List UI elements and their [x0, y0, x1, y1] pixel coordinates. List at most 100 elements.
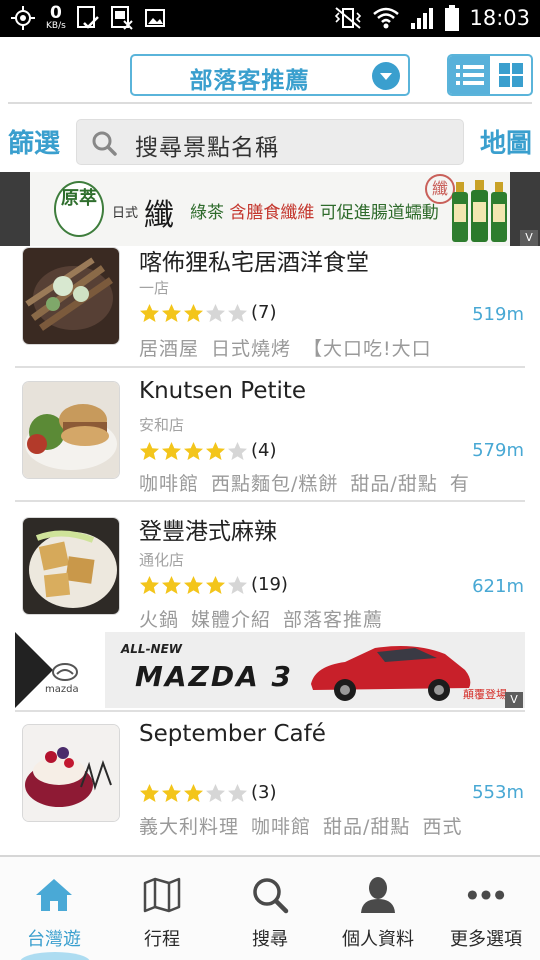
car-ad-banner[interactable]: mazda ALL-NEW MAZDA 3 顛覆登場 V	[15, 632, 525, 708]
tab-profile[interactable]: 個人資料	[324, 857, 432, 960]
tab-more[interactable]: 更多選項	[432, 857, 540, 960]
restaurant-branch: 通化店	[139, 551, 185, 569]
rating-stars: (3)	[139, 782, 277, 803]
tag: 義大利料理	[139, 816, 240, 838]
star-empty-icon	[228, 303, 247, 322]
category-dropdown[interactable]: 部落客推薦	[130, 54, 410, 96]
tag: 咖啡館	[251, 816, 312, 838]
star-empty-icon	[228, 441, 247, 460]
tab-search[interactable]: 搜尋	[216, 857, 324, 960]
car-brand-panel: mazda	[15, 632, 105, 708]
list-item[interactable]: September Café (3) 553m 義大利料理 咖啡館 甜品/甜點 西式	[15, 712, 525, 852]
star-empty-icon	[206, 303, 225, 322]
distance-label: 553m	[472, 782, 524, 803]
tea-bottles-image	[452, 180, 507, 242]
tea-ad-banner[interactable]: 原萃 日式 纖 綠茶 含膳食纖維 可促進腸道蠕動 纖 V	[0, 172, 540, 246]
tag-list: 義大利料理 咖啡館 甜品/甜點 西式	[139, 812, 525, 839]
star-filled-icon	[206, 441, 225, 460]
tea-brand-logo: 原萃	[54, 181, 104, 237]
restaurant-name: 登豐港式麻辣	[139, 519, 277, 545]
star-filled-icon	[206, 575, 225, 594]
tag: 火鍋	[139, 609, 180, 631]
star-filled-icon	[162, 783, 181, 802]
tea-ad-content: 原萃 日式 纖 綠茶 含膳食纖維 可促進腸道蠕動 纖	[30, 172, 510, 246]
tab-taiwan-tour[interactable]: 台灣遊	[0, 857, 108, 960]
signal-icon	[411, 8, 434, 29]
net-speed-value: 0	[49, 3, 62, 23]
restaurant-name: Knutsen Petite	[139, 378, 307, 404]
status-left: 0 KB/s	[10, 5, 166, 31]
rating-stars: (7)	[139, 302, 277, 323]
person-icon	[358, 875, 398, 915]
header-divider	[8, 102, 532, 104]
tab-label: 個人資料	[342, 929, 414, 950]
app-screen: 0 KB/s 18:03 部落客推薦 篩選 搜尋景點名稱 地圖 原萃 日式 纖 …	[0, 0, 540, 960]
car-ad-content: ALL-NEW MAZDA 3 顛覆登場	[105, 632, 525, 708]
view-toggle	[447, 54, 533, 96]
tea-ad-slogan-b: 含膳食纖維	[229, 203, 315, 223]
status-time: 18:03	[469, 6, 530, 30]
tab-label: 更多選項	[450, 929, 522, 950]
tag: 部落客推薦	[283, 609, 384, 631]
filter-button[interactable]: 篩選	[8, 123, 60, 160]
tea-ad-slogan: 綠茶 含膳食纖維 可促進腸道蠕動	[190, 198, 439, 223]
review-count: (7)	[251, 302, 277, 323]
star-filled-icon	[140, 441, 159, 460]
search-icon	[250, 875, 290, 915]
tab-label: 行程	[144, 929, 180, 950]
tag-list: 火鍋 媒體介紹 部落客推薦	[139, 605, 525, 632]
list-view-button[interactable]	[449, 56, 490, 94]
star-filled-icon	[184, 783, 203, 802]
map-icon	[142, 875, 182, 915]
star-filled-icon	[162, 441, 181, 460]
category-dropdown-label: 部落客推薦	[189, 68, 310, 94]
star-filled-icon	[162, 303, 181, 322]
restaurant-name: 喀佈狸私宅居酒洋食堂	[139, 250, 369, 276]
car-ad-allnew: ALL-NEW	[121, 642, 183, 656]
list-item[interactable]: 喀佈狸私宅居酒洋食堂 一店 (7) 519m 居酒屋 日式燒烤 【大口吃!大口	[15, 246, 525, 366]
star-filled-icon	[140, 303, 159, 322]
gps-icon	[11, 6, 35, 30]
search-icon	[91, 130, 117, 160]
net-speed: 0 KB/s	[46, 5, 66, 31]
tag: 甜品/甜點	[323, 816, 411, 838]
sim-off-icon	[110, 6, 133, 30]
restaurant-branch: 安和店	[139, 416, 185, 434]
ad-close-button[interactable]: V	[505, 692, 523, 708]
wifi-icon	[373, 7, 400, 29]
tea-ad-small-text: 日式	[112, 206, 139, 221]
chevron-down-icon	[372, 62, 400, 90]
review-count: (4)	[251, 440, 277, 461]
status-bar: 0 KB/s 18:03	[0, 0, 540, 37]
search-row: 篩選 搜尋景點名稱 地圖	[0, 115, 540, 167]
ad-close-button[interactable]: V	[520, 230, 538, 246]
distance-label: 621m	[472, 576, 524, 597]
red-car-image	[311, 646, 471, 701]
tag-list: 咖啡館 西點麵包/糕餅 甜品/甜點有	[139, 469, 525, 496]
search-input[interactable]: 搜尋景點名稱	[76, 119, 464, 165]
car-brand-text: mazda	[45, 684, 79, 695]
search-placeholder: 搜尋景點名稱	[135, 135, 279, 161]
list-view-icon	[455, 65, 484, 85]
tag: 有	[449, 473, 470, 495]
restaurant-branch: 一店	[139, 279, 170, 297]
star-filled-icon	[184, 441, 203, 460]
restaurant-thumbnail	[23, 382, 119, 478]
tab-label: 台灣遊	[27, 929, 81, 950]
tab-itinerary[interactable]: 行程	[108, 857, 216, 960]
list-item[interactable]: 登豐港式麻辣 通化店 (19) 621m 火鍋 媒體介紹 部落客推薦	[15, 502, 525, 632]
tea-ad-slogan-a: 綠茶	[190, 203, 224, 223]
vibrate-mute-icon	[335, 7, 362, 29]
tag: 咖啡館	[139, 473, 200, 495]
more-icon	[466, 875, 506, 915]
tag: 【大口吃!大口	[303, 338, 432, 360]
rating-stars: (4)	[139, 440, 277, 461]
distance-label: 519m	[472, 304, 524, 325]
grid-view-button[interactable]	[490, 56, 531, 94]
tag: 西式	[422, 816, 463, 838]
list-item[interactable]: Knutsen Petite 安和店 (4) 579m 咖啡館 西點麵包/糕餅 甜品…	[15, 368, 525, 500]
restaurant-thumbnail	[23, 518, 119, 614]
star-filled-icon	[184, 303, 203, 322]
restaurant-name: September Café	[139, 721, 326, 747]
map-button[interactable]: 地圖	[480, 123, 532, 160]
